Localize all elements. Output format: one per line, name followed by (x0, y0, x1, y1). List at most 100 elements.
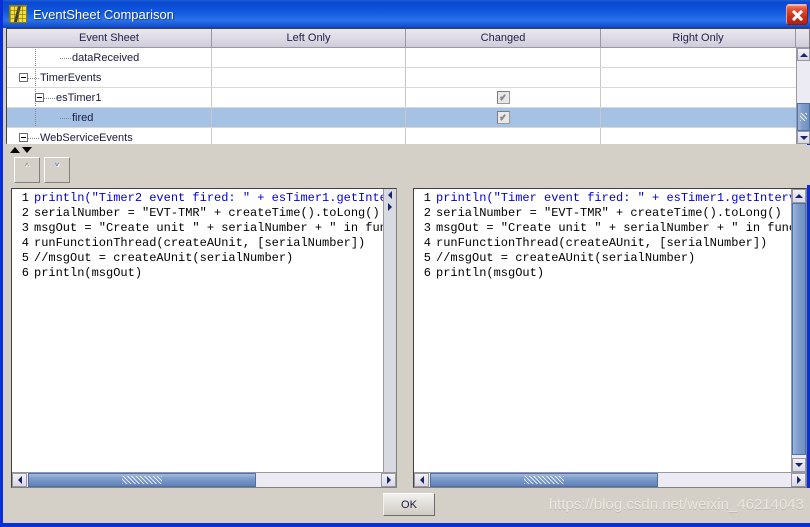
table-row[interactable]: WebServiceEvents (7, 128, 796, 144)
tree-node[interactable]: dataReceived (51, 48, 139, 67)
left-hscroll-right-icon[interactable] (381, 473, 396, 487)
column-header-right-only[interactable]: Right Only (601, 29, 796, 48)
right-vertical-scrollbar[interactable] (791, 189, 806, 472)
right-hscroll-thumb[interactable] (430, 473, 658, 487)
code-line-text: println(msgOut) (34, 266, 143, 280)
comparison-tree-panel: Event Sheet Left Only Changed Right Only… (6, 28, 810, 144)
splitter-up-icon[interactable] (10, 147, 20, 153)
column-header-event-sheet[interactable]: Event Sheet (7, 29, 212, 48)
tree-node[interactable]: fired (51, 108, 93, 127)
close-icon[interactable] (786, 3, 808, 25)
hscroll-grip-icon (524, 476, 564, 484)
collapse-icon[interactable] (35, 93, 44, 102)
left-scroll-down-icon[interactable] (384, 201, 396, 212)
hscroll-grip-icon (122, 476, 162, 484)
tree-node-label: TimerEvents (40, 71, 102, 84)
navigation-toolbar: ˄ ˅ (6, 155, 810, 185)
code-line: 1 println("Timer event fired: " + esTimer… (414, 191, 796, 206)
changed-cell[interactable] (406, 88, 601, 107)
code-line-text: //msgOut = createAUnit(serialNumber) (436, 251, 696, 265)
splitter-bar[interactable] (6, 145, 810, 155)
tree-connector-icon (60, 57, 72, 59)
tree-connector-icon (28, 137, 40, 139)
tree-node-spacer (51, 53, 60, 62)
tree-scroll-track[interactable] (797, 61, 810, 131)
code-line: 3 msgOut = "Create unit " + serialNumber … (414, 221, 796, 236)
left-only-cell (212, 88, 406, 107)
tree-node-cell[interactable]: esTimer1 (7, 88, 212, 107)
code-line-text: runFunctionThread(createAUnit, [serialNu… (436, 236, 768, 250)
table-row[interactable]: esTimer1 (7, 88, 796, 108)
scroll-grip-icon (800, 113, 807, 121)
left-hscroll-left-icon[interactable] (12, 473, 27, 487)
tree-node-cell[interactable]: fired (7, 108, 212, 127)
table-row[interactable]: TimerEvents (7, 68, 796, 88)
line-number: 5 (423, 251, 431, 265)
chevron-down-icon: ˅ (53, 162, 61, 178)
changed-checkbox[interactable] (496, 111, 510, 124)
splitter-down-icon[interactable] (22, 147, 32, 153)
tree-guide-line (35, 108, 36, 127)
line-number: 2 (423, 206, 431, 220)
right-horizontal-scrollbar[interactable] (414, 472, 806, 487)
table-row[interactable]: dataReceived (7, 48, 796, 68)
collapse-icon[interactable] (19, 73, 28, 82)
previous-difference-button[interactable]: ˄ (14, 157, 40, 183)
changed-cell[interactable] (406, 68, 601, 87)
right-hscroll-left-icon[interactable] (414, 473, 429, 487)
changed-checkbox[interactable] (496, 91, 510, 104)
tree-connector-icon (44, 97, 56, 99)
tree-node-label: fired (72, 111, 94, 124)
code-line: 5 //msgOut = createAUnit(serialNumber) (414, 251, 796, 266)
ok-button[interactable]: OK (383, 493, 435, 516)
scroll-up-icon[interactable] (797, 48, 810, 61)
left-horizontal-scrollbar[interactable] (12, 472, 396, 487)
right-scroll-down-icon[interactable] (792, 458, 806, 472)
left-hscroll-thumb[interactable] (28, 473, 256, 487)
right-code-lines: 1 println("Timer event fired: " + esTimer… (414, 191, 796, 281)
tree-connector-icon (60, 117, 72, 119)
next-difference-button[interactable]: ˅ (44, 157, 70, 183)
left-only-cell (212, 68, 406, 87)
changed-cell[interactable] (406, 108, 601, 127)
tree-node[interactable]: TimerEvents (19, 68, 101, 87)
left-only-cell (212, 128, 406, 144)
tree-node[interactable]: WebServiceEvents (19, 128, 133, 144)
line-number: 6 (423, 266, 431, 280)
right-only-cell (601, 88, 795, 107)
left-code-pane[interactable]: 1 println("Timer2 event fired: " + esTime… (11, 188, 397, 488)
column-header-changed[interactable]: Changed (406, 29, 601, 48)
right-scroll-track[interactable] (792, 203, 806, 458)
left-vertical-scrollbar[interactable] (383, 189, 396, 472)
tree-node-cell[interactable]: WebServiceEvents (7, 128, 212, 144)
code-line-text: println("Timer2 event fired: " + esTimer… (34, 191, 395, 205)
tree-node-cell[interactable]: TimerEvents (7, 68, 212, 87)
line-number: 3 (423, 221, 431, 235)
code-line: 5 //msgOut = createAUnit(serialNumber) (12, 251, 394, 266)
right-scroll-up-icon[interactable] (792, 189, 806, 203)
right-only-cell (601, 68, 795, 87)
code-line-text: msgOut = "Create unit " + serialNumber +… (436, 221, 797, 235)
changed-cell[interactable] (406, 48, 601, 67)
scroll-down-icon[interactable] (797, 131, 810, 144)
changed-cell[interactable] (406, 128, 601, 144)
line-number: 1 (423, 191, 431, 205)
code-line: 6 println(msgOut) (12, 266, 394, 281)
tree-node-cell[interactable]: dataReceived (7, 48, 212, 67)
tree-node[interactable]: esTimer1 (35, 88, 101, 107)
tree-node-label: WebServiceEvents (40, 131, 133, 144)
line-number: 4 (21, 236, 29, 250)
line-number: 2 (21, 206, 29, 220)
right-hscroll-right-icon[interactable] (791, 473, 806, 487)
column-header-left-only[interactable]: Left Only (212, 29, 406, 48)
right-scroll-thumb[interactable] (792, 203, 806, 455)
tree-column-headers: Event Sheet Left Only Changed Right Only (7, 29, 809, 48)
tree-scroll-thumb[interactable] (797, 103, 810, 131)
left-scroll-up-icon[interactable] (384, 189, 396, 200)
tree-vertical-scrollbar[interactable] (796, 48, 810, 144)
watermark-text: https://blog.csdn.net/weixin_46214043 (548, 496, 804, 513)
tree-guide-line (35, 48, 36, 67)
right-code-pane[interactable]: 1 println("Timer event fired: " + esTimer… (413, 188, 807, 488)
table-row[interactable]: fired (7, 108, 796, 128)
collapse-icon[interactable] (19, 133, 28, 142)
